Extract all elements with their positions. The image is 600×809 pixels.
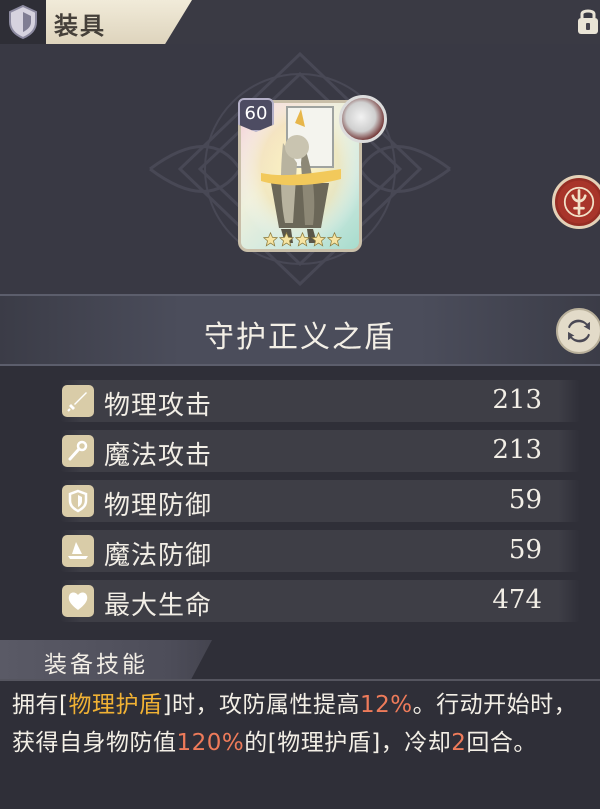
shield-icon	[9, 4, 37, 40]
star-icon	[311, 232, 326, 247]
stat-value: 59	[508, 485, 542, 515]
skill-text: 拥有[	[12, 692, 69, 718]
stat-label: 物理攻击	[104, 391, 213, 421]
swap-icon[interactable]	[556, 308, 600, 354]
star-rating	[263, 232, 342, 248]
stat-row-magic-attack: 魔法攻击 213	[60, 430, 580, 472]
divider	[0, 679, 600, 681]
avatar[interactable]	[339, 95, 387, 143]
shield-icon	[62, 485, 94, 517]
sword-icon	[62, 385, 94, 417]
stat-label: 物理防御	[104, 491, 213, 521]
skill-title: 装备技能	[44, 652, 148, 678]
skill-text: 回合。	[466, 730, 537, 756]
page-title: 装具	[54, 12, 106, 40]
item-name: 守护正义之盾	[204, 320, 396, 355]
witch-hat-icon	[62, 535, 94, 567]
stat-value: 59	[508, 535, 542, 565]
star-icon	[327, 232, 342, 247]
lock-icon[interactable]	[575, 6, 600, 36]
stat-value: 474	[492, 585, 542, 615]
emblem-icon[interactable]	[552, 175, 600, 229]
stat-row-magic-defense: 魔法防御 59	[60, 530, 580, 572]
skill-value: 12%	[359, 692, 413, 718]
stat-label: 魔法防御	[104, 541, 213, 571]
skill-description: 拥有[物理护盾]时，攻防属性提高12%。行动开始时，获得自身物防值120%的[物…	[12, 686, 594, 762]
wand-icon	[62, 435, 94, 467]
stat-value: 213	[492, 385, 542, 415]
skill-keyword: 物理护盾	[68, 692, 163, 718]
star-icon	[263, 232, 278, 247]
skill-text: ]时，攻防属性提高	[162, 692, 360, 718]
stat-row-physical-attack: 物理攻击 213	[60, 380, 580, 422]
stat-value: 213	[492, 435, 542, 465]
stat-row-physical-defense: 物理防御 59	[60, 480, 580, 522]
skill-value: 2	[451, 730, 467, 756]
stat-row-max-hp: 最大生命 474	[60, 580, 580, 622]
star-icon	[295, 232, 310, 247]
skill-text: 的[物理护盾]，冷却	[244, 730, 452, 756]
star-icon	[279, 232, 294, 247]
stat-label: 魔法攻击	[104, 441, 213, 471]
skill-value: 120%	[176, 730, 245, 756]
heart-icon	[62, 585, 94, 617]
stat-label: 最大生命	[104, 591, 213, 621]
